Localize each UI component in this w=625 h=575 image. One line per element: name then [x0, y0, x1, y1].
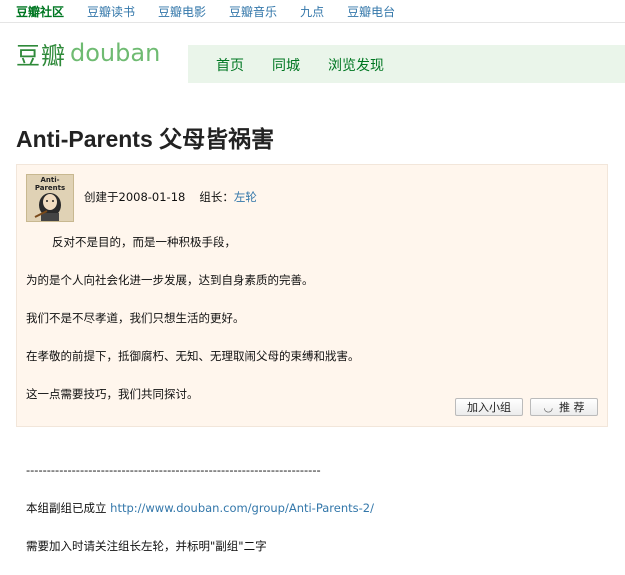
smile-icon: ◡ [543, 400, 554, 414]
topnav-community[interactable]: 豆瓣社区 [16, 3, 64, 20]
desc-join-note: 需要加入时请关注组长左轮，并标明"副组"二字 [26, 539, 267, 553]
desc-line-2: 为的是个人向社会化进一步发展，达到自身素质的完善。 [26, 273, 314, 287]
topnav-music[interactable]: 豆瓣音乐 [229, 3, 277, 20]
top-navigation: 豆瓣社区 豆瓣读书 豆瓣电影 豆瓣音乐 九点 豆瓣电台 [0, 0, 625, 23]
leader-link[interactable]: 左轮 [234, 190, 257, 204]
nav-home[interactable]: 首页 [216, 55, 244, 75]
logo-english: douban [70, 39, 161, 67]
nav-local[interactable]: 同城 [272, 55, 300, 75]
page-title: Anti-Parents 父母皆祸害 [16, 126, 275, 152]
desc-line-1: 反对不是目的，而是一种积极手段， [52, 235, 236, 249]
desc-blank-line [26, 423, 596, 442]
desc-line-3: 我们不是不尽孝道，我们只想生活的更好。 [26, 311, 245, 325]
desc-line-4: 在孝敬的前提下，抵御腐朽、无知、无理取闹父母的束缚和戕害。 [26, 349, 360, 363]
topnav-books[interactable]: 豆瓣读书 [87, 3, 135, 20]
nav-explore[interactable]: 浏览发现 [328, 55, 384, 75]
subgroup-text: 本组副组已成立 [26, 501, 111, 515]
main-navigation: 首页 同城 浏览发现 [216, 55, 412, 75]
desc-subgroup-line: 本组副组已成立 http://www.douban.com/group/Anti… [26, 499, 596, 518]
topnav-radio[interactable]: 豆瓣电台 [347, 3, 395, 20]
created-date: 创建于2008-01-18 [84, 190, 186, 204]
avatar-caption: Anti-Parents [34, 176, 66, 192]
recommend-button[interactable]: ◡ 推 荐 [530, 398, 598, 416]
topnav-jiudian[interactable]: 九点 [300, 3, 324, 20]
join-group-button[interactable]: 加入小组 [455, 398, 523, 416]
logo-chinese: 豆瓣 [16, 41, 66, 70]
leader-label: 组长： [199, 190, 234, 204]
topnav-movies[interactable]: 豆瓣电影 [158, 3, 206, 20]
desc-separator: ----------------------------------------… [26, 463, 321, 477]
douban-logo[interactable]: 豆瓣 douban [16, 35, 186, 71]
group-description: 反对不是目的，而是一种积极手段， 为的是个人向社会化进一步发展，达到自身素质的完… [26, 214, 596, 575]
recommend-label: 推 荐 [559, 401, 585, 414]
group-meta: 创建于2008-01-18 组长：左轮 [84, 189, 257, 205]
subgroup-link[interactable]: http://www.douban.com/group/Anti-Parents… [110, 501, 374, 515]
